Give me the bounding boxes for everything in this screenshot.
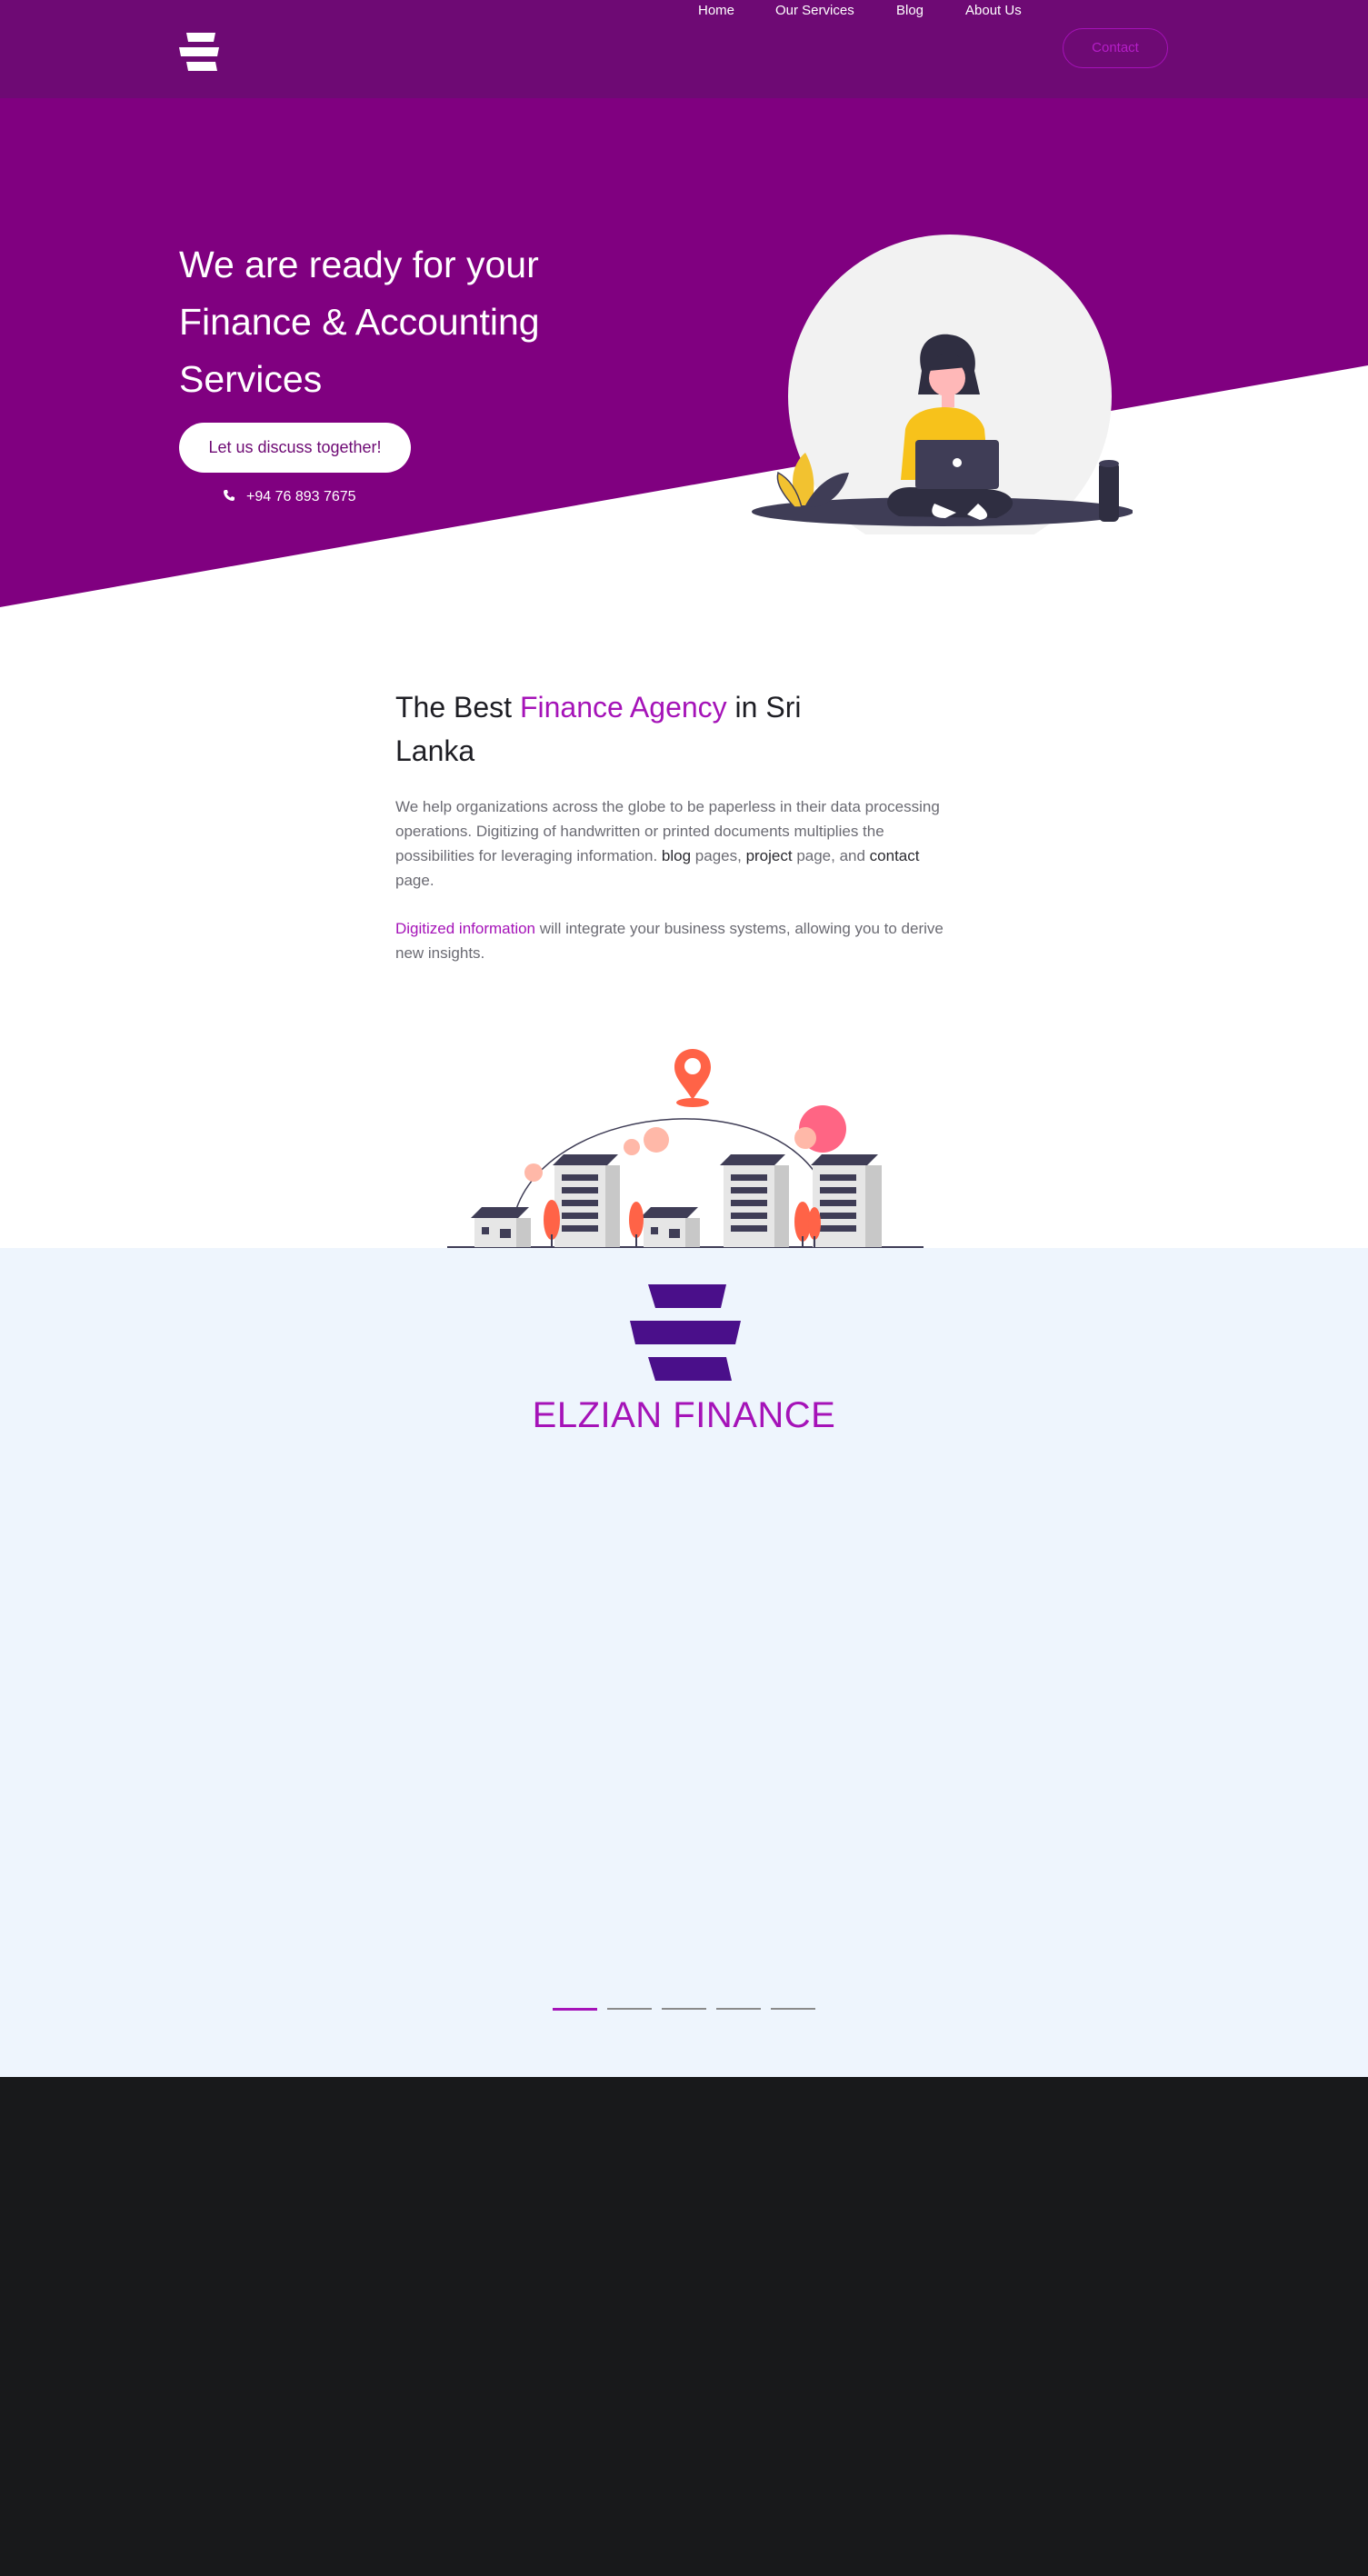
about-p1-end: page. <box>395 872 434 889</box>
top-navbar: Home Our Services Blog About Us Contact <box>0 0 1368 98</box>
slider-dot-5[interactable] <box>771 2008 815 2010</box>
brand-slider-section: ELZIAN FINANCE <box>0 1248 1368 2077</box>
contact-button[interactable]: Contact <box>1063 28 1168 68</box>
hero-title: We are ready for your Finance & Accounti… <box>179 244 540 400</box>
discuss-button[interactable]: Let us discuss together! <box>179 423 411 473</box>
blog-link[interactable]: blog <box>662 847 691 864</box>
slider-dot-1[interactable] <box>553 2008 597 2011</box>
contact-link[interactable]: contact <box>870 847 920 864</box>
brand-name: ELZIAN FINANCE <box>532 1395 836 1435</box>
nav-link-home[interactable]: Home <box>698 0 734 22</box>
hero-phone[interactable]: +94 76 893 7675 <box>223 487 356 507</box>
city-location-illustration <box>447 1049 924 1248</box>
phone-number: +94 76 893 7675 <box>246 489 356 504</box>
about-paragraph-1: We help organizations across the globe t… <box>395 794 959 893</box>
about-section: The Best Finance Agency in Sri Lanka We … <box>0 644 1368 1248</box>
digitized-information-text: Digitized information <box>395 920 536 937</box>
about-paragraph-2: Digitized information will integrate you… <box>395 916 959 965</box>
nav-link-blog[interactable]: Blog <box>896 0 924 22</box>
about-title: The Best Finance Agency in Sri Lanka <box>395 685 868 773</box>
elzian-logo-icon[interactable] <box>179 33 219 71</box>
elzian-brand-logo-icon <box>630 1284 741 1381</box>
slider-dot-3[interactable] <box>662 2008 706 2010</box>
about-title-accent: Finance Agency <box>519 691 727 724</box>
nav-link-our-services[interactable]: Our Services <box>775 0 854 22</box>
about-p1-mid1: pages, <box>691 847 746 864</box>
woman-laptop-illustration <box>752 235 1133 534</box>
hero-section: We are ready for your Finance & Accounti… <box>0 98 1368 644</box>
footer <box>0 2077 1368 2576</box>
phone-icon <box>224 490 235 501</box>
slider-dot-4[interactable] <box>716 2008 761 2010</box>
about-p1-mid2: page, and <box>792 847 870 864</box>
nav-link-about-us[interactable]: About Us <box>965 0 1022 22</box>
project-link[interactable]: project <box>746 847 793 864</box>
about-title-pre: The Best <box>395 691 520 724</box>
slider-dot-2[interactable] <box>607 2008 652 2010</box>
